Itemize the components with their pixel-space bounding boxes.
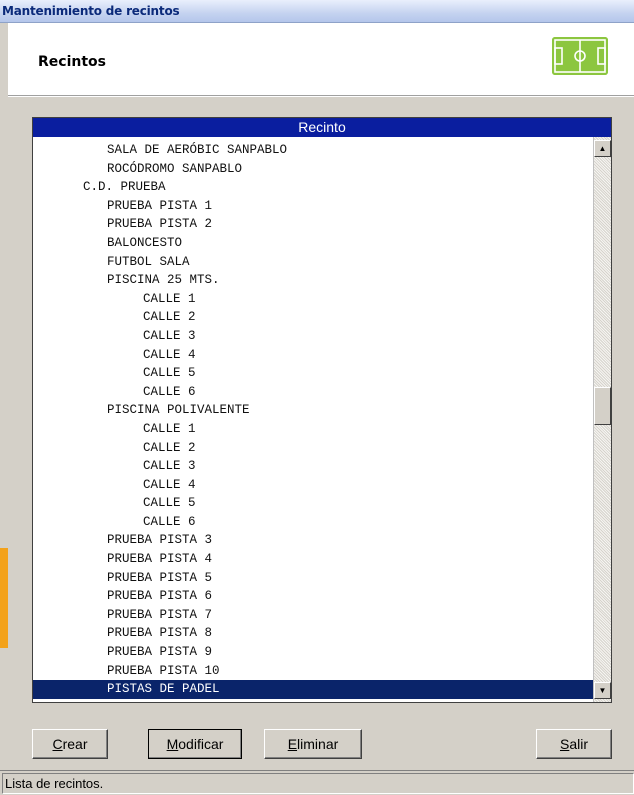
list-item[interactable]: CALLE 4 xyxy=(33,346,593,365)
list-item[interactable]: CALLE 3 xyxy=(33,457,593,476)
list-item[interactable]: PISCINA POLIVALENTE xyxy=(33,401,593,420)
list-item[interactable]: ROCÓDROMO SANPABLO xyxy=(33,160,593,179)
list-item[interactable]: FUTBOL SALA xyxy=(33,253,593,272)
modificar-button[interactable]: Modificar xyxy=(148,729,242,759)
page-header: Recintos xyxy=(8,23,634,96)
scroll-thumb[interactable] xyxy=(594,386,611,425)
list-item[interactable]: CALLE 1 xyxy=(33,420,593,439)
football-field-icon xyxy=(552,37,608,75)
window-title: Mantenimiento de recintos xyxy=(2,4,180,18)
eliminar-button[interactable]: Eliminar xyxy=(264,729,362,759)
divider xyxy=(8,96,634,97)
list-item[interactable]: PRUEBA PISTA 4 xyxy=(33,550,593,569)
window-titlebar: Mantenimiento de recintos xyxy=(0,0,634,23)
page-title: Recintos xyxy=(38,54,106,70)
status-text: Lista de recintos. xyxy=(2,773,634,794)
list-rows: SALA DE AERÓBIC SANPABLO ROCÓDROMO SANPAB… xyxy=(33,141,593,699)
list-item[interactable]: CALLE 3 xyxy=(33,327,593,346)
list-item[interactable]: BALONCESTO xyxy=(33,234,593,253)
list-item[interactable]: SALA DE AERÓBIC SANPABLO xyxy=(33,141,593,160)
scroll-down-button[interactable]: ▼ xyxy=(594,682,611,699)
list-item[interactable]: C.D. PRUEBA xyxy=(33,178,593,197)
list-item[interactable]: CALLE 2 xyxy=(33,439,593,458)
list-item[interactable]: PISTAS DE PADEL xyxy=(33,680,593,699)
crear-button[interactable]: Crear xyxy=(32,729,108,759)
status-bar: Lista de recintos. xyxy=(0,770,634,795)
list-item[interactable]: PRUEBA PISTA 10 xyxy=(33,662,593,681)
list-item[interactable]: PRUEBA PISTA 9 xyxy=(33,643,593,662)
list-item[interactable]: CALLE 6 xyxy=(33,513,593,532)
list-item[interactable]: PRUEBA PISTA 2 xyxy=(33,215,593,234)
list-item[interactable]: PRUEBA PISTA 5 xyxy=(33,569,593,588)
list-item[interactable]: CALLE 5 xyxy=(33,364,593,383)
list-item[interactable]: PRUEBA PISTA 7 xyxy=(33,606,593,625)
vertical-scrollbar[interactable]: ▲ ▼ xyxy=(593,137,611,702)
list-item[interactable]: PRUEBA PISTA 6 xyxy=(33,587,593,606)
list-item[interactable]: CALLE 2 xyxy=(33,308,593,327)
column-header-recinto[interactable]: Recinto xyxy=(33,118,611,137)
list-item[interactable]: CALLE 5 xyxy=(33,494,593,513)
recintos-listbox[interactable]: Recinto SALA DE AERÓBIC SANPABLO ROCÓDROM… xyxy=(32,117,612,703)
list-item[interactable]: PRUEBA PISTA 1 xyxy=(33,197,593,216)
scroll-up-button[interactable]: ▲ xyxy=(594,140,611,157)
list-item[interactable]: PRUEBA PISTA 3 xyxy=(33,531,593,550)
list-item[interactable]: CALLE 1 xyxy=(33,290,593,309)
list-item[interactable]: CALLE 4 xyxy=(33,476,593,495)
list-item[interactable]: PRUEBA PISTA 8 xyxy=(33,624,593,643)
accent-bar xyxy=(0,548,8,648)
salir-button[interactable]: Salir xyxy=(536,729,612,759)
list-item[interactable]: PISCINA 25 MTS. xyxy=(33,271,593,290)
list-item[interactable]: CALLE 6 xyxy=(33,383,593,402)
